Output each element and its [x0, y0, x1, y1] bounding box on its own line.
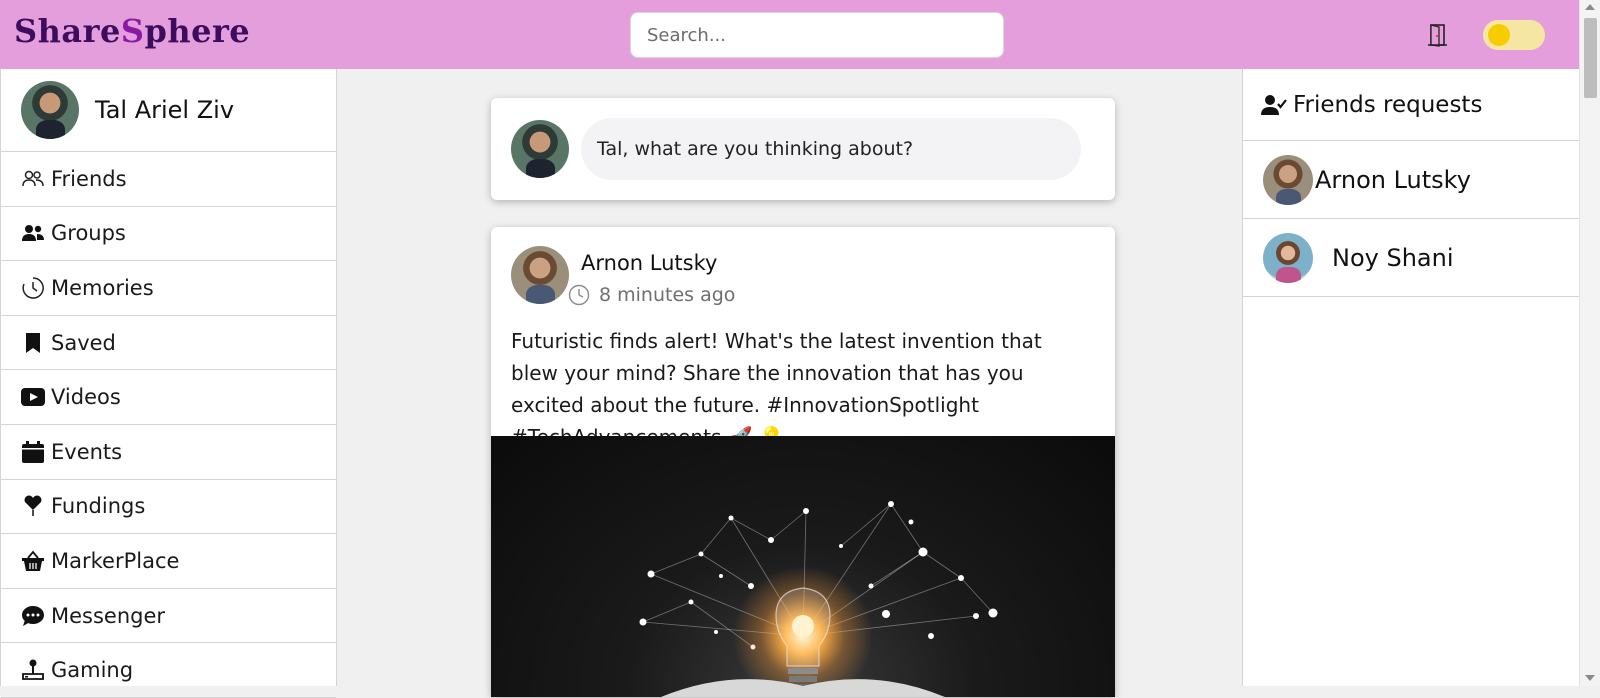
avatar	[1263, 154, 1313, 205]
sidebar-item-label: Friends	[51, 166, 127, 191]
sidebar-item-friends[interactable]: Friends	[1, 152, 336, 207]
author-avatar[interactable]	[511, 246, 569, 304]
heart-icon	[21, 494, 45, 518]
post-card: Arnon Lutsky 8 minutes ago Futuristic fi…	[491, 227, 1115, 697]
logo-text-s: S	[120, 12, 145, 50]
scroll-up-arrow[interactable]	[1585, 4, 1595, 10]
calendar-icon	[21, 440, 45, 464]
theme-toggle[interactable]	[1483, 20, 1545, 50]
scroll-thumb[interactable]	[1584, 18, 1597, 98]
scroll-down-arrow[interactable]	[1585, 675, 1595, 681]
sidebar-item-label: Fundings	[51, 494, 146, 519]
composer-input[interactable]: Tal, what are you thinking about?	[581, 118, 1081, 180]
sidebar-item-label: Groups	[51, 221, 126, 246]
friend-requests-panel: Friends requests Arnon Lutsky Noy Shani	[1242, 69, 1579, 686]
app-logo[interactable]: ShareSphere	[14, 12, 250, 50]
sidebar-item-label: Gaming	[51, 658, 134, 683]
avatar	[21, 81, 79, 139]
post-header	[511, 246, 569, 304]
door-exit-icon[interactable]	[1425, 22, 1451, 48]
sidebar-item-label: MarkerPlace	[51, 548, 180, 573]
groups-icon	[21, 221, 45, 245]
sidebar-item-label: Messenger	[51, 603, 166, 628]
bookmark-icon	[21, 331, 45, 355]
left-sidebar: Tal Ariel Ziv Friends Groups Memories Sa…	[0, 69, 337, 698]
sidebar-item-marketplace[interactable]: MarkerPlace	[1, 534, 336, 589]
sidebar-item-memories[interactable]: Memories	[1, 261, 336, 316]
sidebar-item-gaming[interactable]: Gaming	[1, 643, 336, 698]
clock-icon	[21, 276, 45, 300]
sidebar-item-label: Events	[51, 439, 123, 464]
chat-icon	[21, 604, 45, 628]
friend-requests-title: Friends requests	[1293, 91, 1483, 118]
post-image[interactable]	[491, 436, 1115, 697]
post-timestamp: 8 minutes ago	[568, 284, 735, 306]
sidebar-item-label: Saved	[51, 330, 116, 355]
post-composer: Tal, what are you thinking about?	[491, 98, 1115, 200]
friend-request-item[interactable]: Noy Shani	[1243, 219, 1579, 297]
sidebar-item-saved[interactable]: Saved	[1, 316, 336, 371]
friends-icon	[21, 167, 45, 191]
friend-request-item[interactable]: Arnon Lutsky	[1243, 141, 1579, 219]
logo-text-phere: phere	[144, 12, 251, 50]
user-name: Tal Ariel Ziv	[95, 96, 235, 124]
sidebar-item-groups[interactable]: Groups	[1, 207, 336, 262]
sidebar-item-messenger[interactable]: Messenger	[1, 589, 336, 644]
lightbulb-network-image	[639, 501, 998, 697]
joystick-icon	[21, 658, 45, 682]
avatar	[511, 120, 569, 178]
sidebar-item-events[interactable]: Events	[1, 425, 336, 480]
sidebar-item-videos[interactable]: Videos	[1, 370, 336, 425]
request-name: Arnon Lutsky	[1315, 165, 1471, 194]
sidebar-item-fundings[interactable]: Fundings	[1, 480, 336, 535]
profile-link[interactable]: Tal Ariel Ziv	[1, 69, 336, 152]
page-scrollbar[interactable]	[1579, 0, 1600, 686]
logo-text-share: Share	[14, 12, 121, 50]
basket-icon	[21, 549, 45, 573]
top-bar: ShareSphere	[0, 0, 1579, 69]
friend-requests-header: Friends requests	[1243, 69, 1579, 141]
avatar	[1263, 232, 1313, 283]
request-name: Noy Shani	[1332, 243, 1454, 272]
post-author[interactable]: Arnon Lutsky	[581, 251, 717, 275]
clock-icon	[568, 284, 590, 306]
user-plus-icon	[1261, 94, 1287, 115]
post-time-text: 8 minutes ago	[599, 284, 736, 306]
search-input[interactable]	[630, 12, 1004, 58]
play-icon	[21, 385, 45, 409]
post-text: Futuristic finds alert! What's the lates…	[511, 329, 1042, 449]
sidebar-item-label: Videos	[51, 385, 121, 410]
sidebar-item-label: Memories	[51, 275, 154, 300]
toggle-knob	[1488, 24, 1510, 46]
